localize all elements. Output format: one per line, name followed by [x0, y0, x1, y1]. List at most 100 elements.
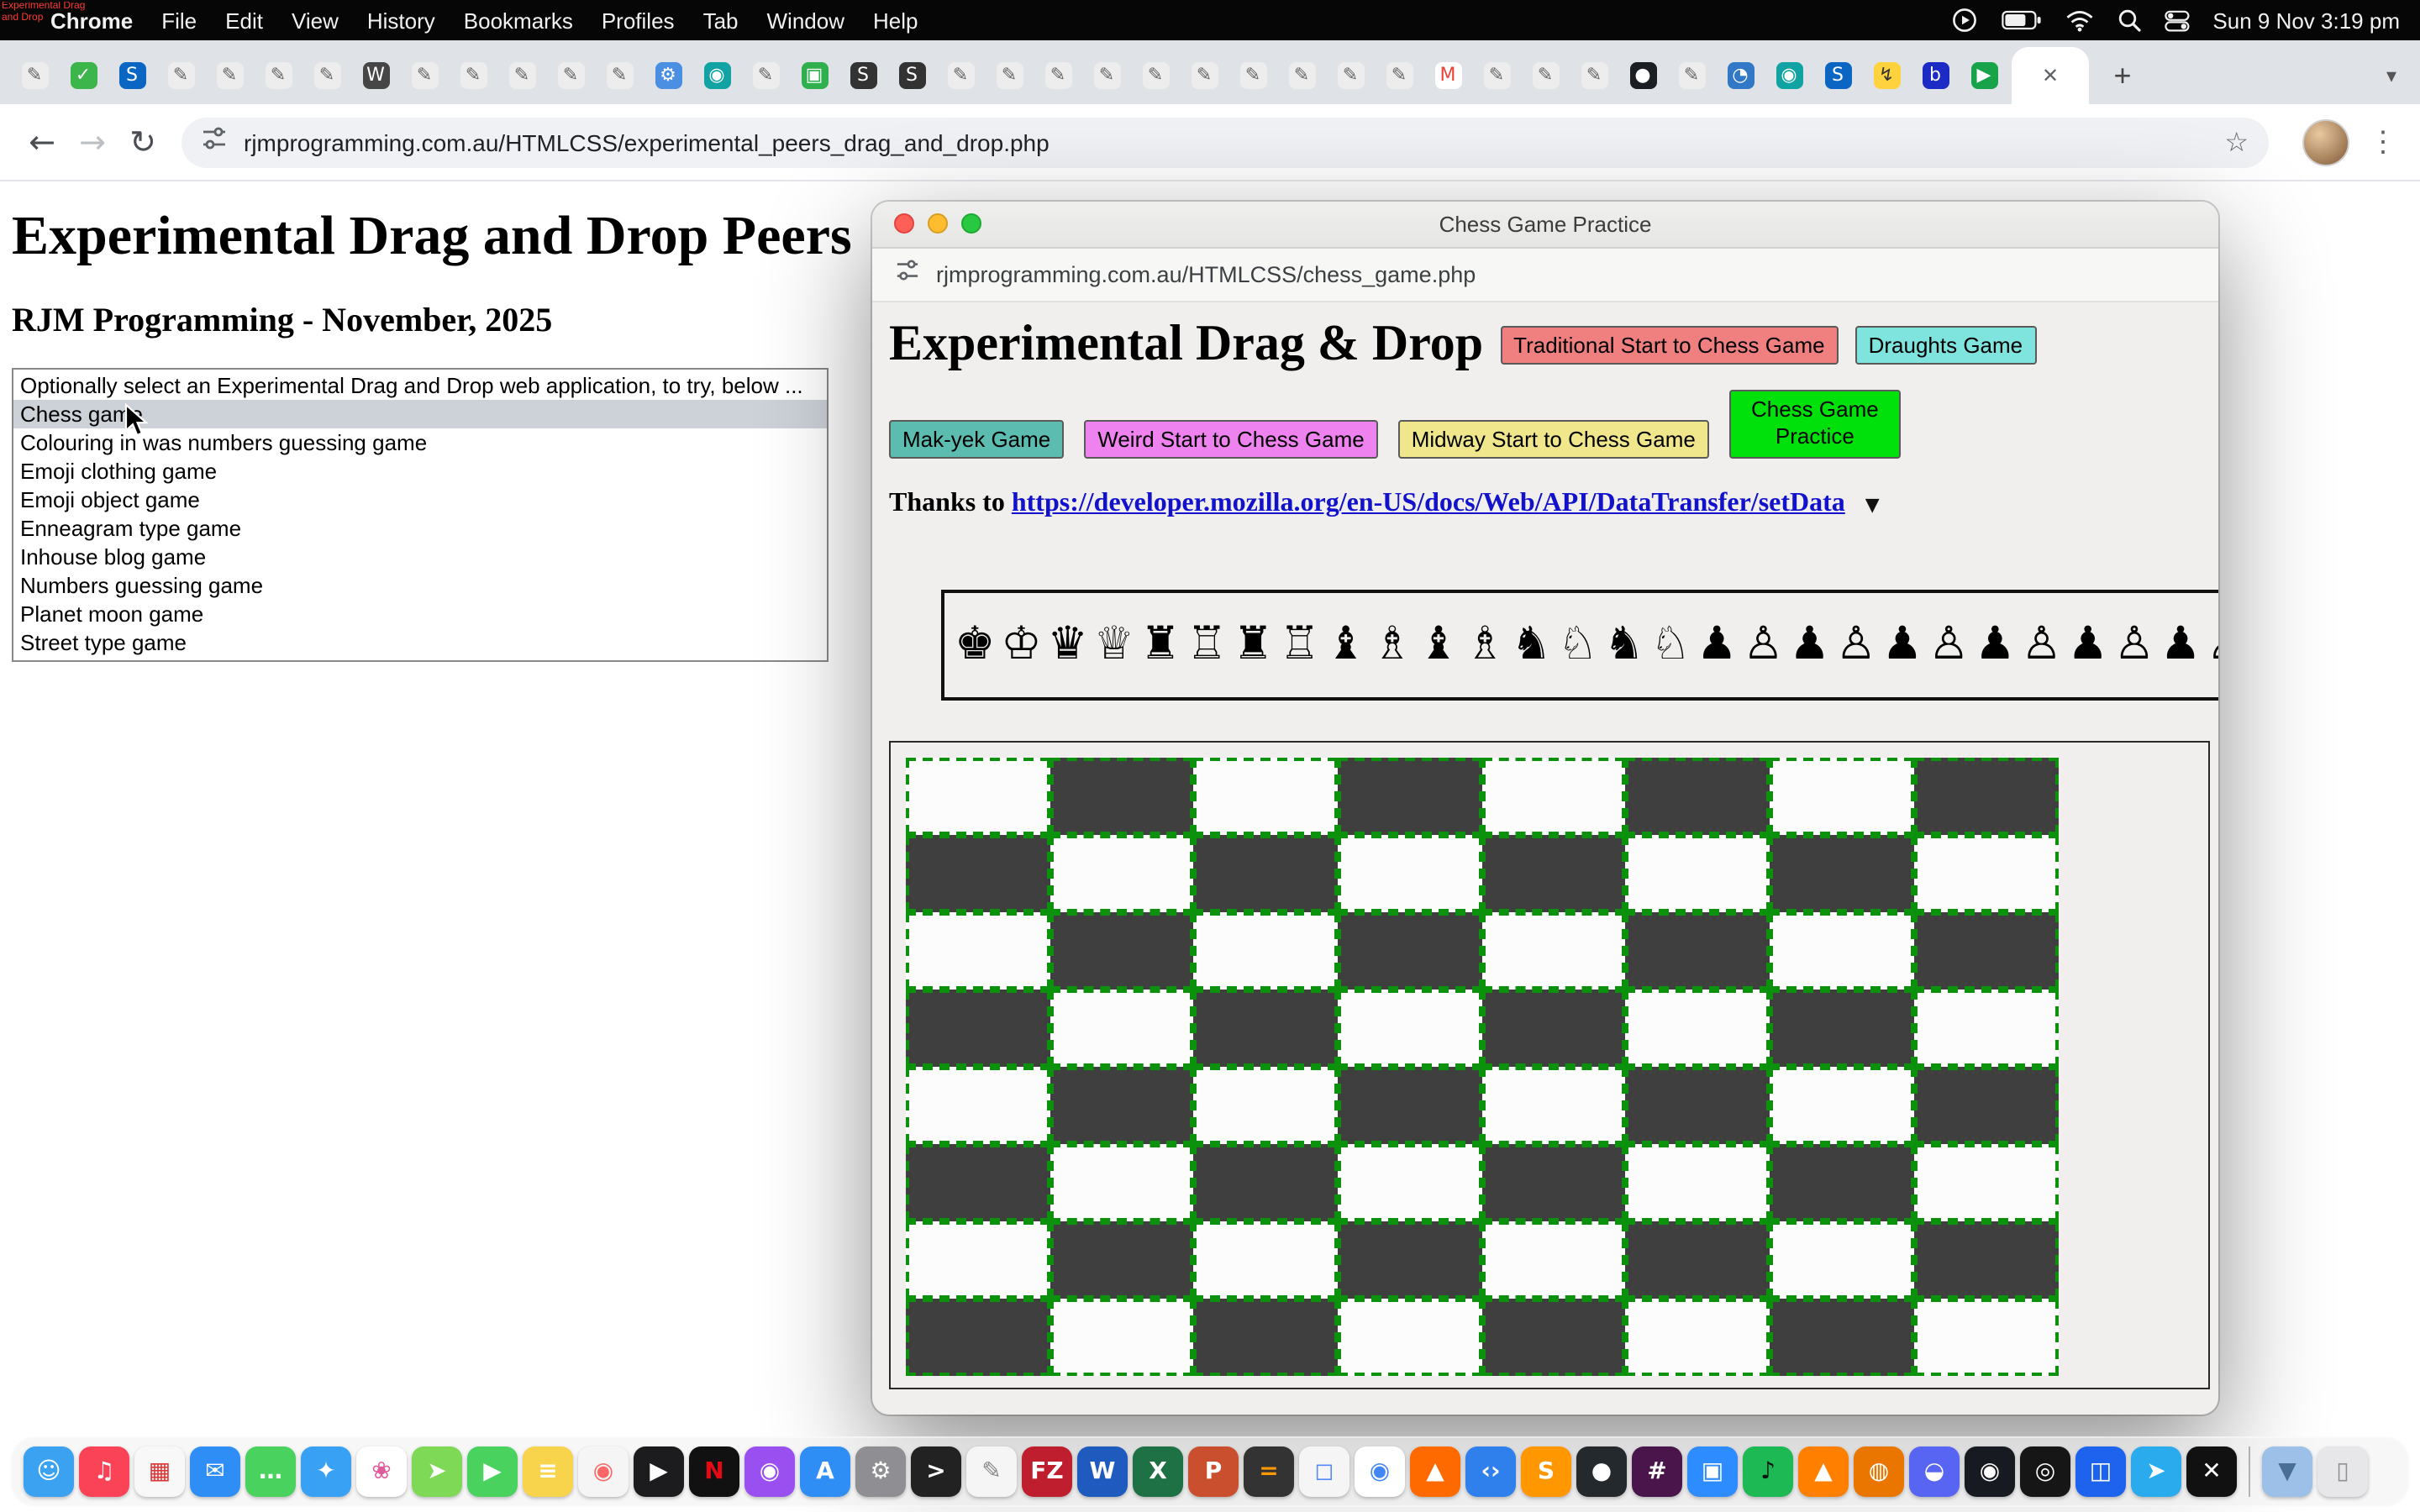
chess-piece[interactable]: ♗	[1465, 622, 1505, 667]
board-cell[interactable]	[1914, 1221, 2058, 1298]
dropdown-arrow-icon[interactable]: ▼	[1865, 493, 1880, 515]
chess-piece[interactable]: ♙	[2207, 622, 2218, 667]
site-info-icon[interactable]	[896, 259, 919, 291]
board-cell[interactable]	[1194, 911, 1338, 989]
chess-piece[interactable]: ♟	[1789, 622, 1829, 667]
menu-item-edit[interactable]: Edit	[225, 8, 263, 33]
board-cell[interactable]	[1482, 1066, 1626, 1143]
listbox-option[interactable]: Enneagram type game	[13, 514, 827, 543]
dock-icon-textedit[interactable]: ✎	[966, 1446, 1017, 1497]
chess-piece[interactable]: ♟	[1882, 622, 1923, 667]
chess-piece[interactable]: ♘	[1650, 622, 1691, 667]
board-cell[interactable]	[1914, 1143, 2058, 1221]
board-cell[interactable]	[1194, 834, 1338, 911]
board-cell[interactable]	[1338, 834, 1481, 911]
pinned-tab[interactable]: ✓	[59, 47, 108, 104]
board-cell[interactable]	[1194, 1221, 1338, 1298]
chess-piece[interactable]: ♜	[1140, 622, 1181, 667]
new-tab-button[interactable]: +	[2099, 52, 2146, 99]
profile-avatar[interactable]	[2302, 118, 2349, 165]
chess-piece[interactable]: ♜	[1233, 622, 1273, 667]
pinned-tab[interactable]: S	[1813, 47, 1862, 104]
battery-icon[interactable]	[2001, 10, 2041, 30]
pinned-tab[interactable]: b	[1911, 47, 1960, 104]
board-cell[interactable]	[1770, 1298, 1913, 1375]
board-cell[interactable]	[1770, 757, 1913, 834]
board-cell[interactable]	[1626, 1066, 1770, 1143]
listbox-option[interactable]: Emoji clothing game	[13, 457, 827, 486]
dock-icon-word[interactable]: W	[1077, 1446, 1128, 1497]
menu-item-help[interactable]: Help	[873, 8, 918, 33]
menu-app-name[interactable]: Chrome	[50, 8, 133, 33]
pinned-tab[interactable]: ✎	[1521, 47, 1570, 104]
pinned-tab[interactable]: ✎	[1472, 47, 1521, 104]
board-cell[interactable]	[1194, 1143, 1338, 1221]
chess-piece[interactable]: ♝	[1326, 622, 1366, 667]
menu-item-file[interactable]: File	[161, 8, 197, 33]
chess-piece[interactable]: ♙	[1836, 622, 1876, 667]
board-cell[interactable]	[906, 834, 1050, 911]
board-cell[interactable]	[1194, 757, 1338, 834]
dock-icon-zoom[interactable]: ▣	[1687, 1446, 1738, 1497]
board-cell[interactable]	[1050, 1221, 1193, 1298]
close-window-button[interactable]	[894, 213, 914, 234]
popup-url-text[interactable]: rjmprogramming.com.au/HTMLCSS/chess_game…	[936, 262, 1476, 287]
board-cell[interactable]	[1770, 911, 1913, 989]
site-settings-icon[interactable]	[202, 125, 227, 159]
board-cell[interactable]	[1194, 989, 1338, 1066]
popup-title-bar[interactable]: Chess Game Practice	[872, 202, 2218, 249]
board-cell[interactable]	[1338, 1221, 1481, 1298]
pinned-tab[interactable]: ✎	[156, 47, 205, 104]
board-cell[interactable]	[1770, 1143, 1913, 1221]
dock-icon-mail[interactable]: ✉	[190, 1446, 240, 1497]
chess-piece[interactable]: ♞	[1511, 622, 1551, 667]
board-cell[interactable]	[1914, 911, 2058, 989]
chess-piece[interactable]: ♟	[2160, 622, 2201, 667]
dock-icon-notes[interactable]: ≡	[523, 1446, 573, 1497]
board-cell[interactable]	[1050, 757, 1193, 834]
pinned-tab[interactable]: ↯	[1862, 47, 1911, 104]
chess-piece[interactable]: ♗	[1372, 622, 1413, 667]
reload-button[interactable]: ↻	[118, 117, 168, 167]
pinned-tab[interactable]: ✎	[1667, 47, 1716, 104]
chess-piece[interactable]: ♖	[1186, 622, 1227, 667]
board-cell[interactable]	[906, 911, 1050, 989]
pinned-tab[interactable]: ✎	[400, 47, 449, 104]
tab-close-icon[interactable]: ✕	[2042, 64, 2059, 87]
board-cell[interactable]	[1914, 1066, 2058, 1143]
dock-icon-app-store[interactable]: A	[800, 1446, 850, 1497]
dock-icon-terminal[interactable]: >	[911, 1446, 961, 1497]
chess-piece[interactable]: ♙	[1928, 622, 1969, 667]
pinned-tab[interactable]: ✎	[1034, 47, 1082, 104]
wifi-icon[interactable]	[2065, 9, 2093, 31]
forward-button[interactable]: →	[67, 117, 118, 167]
chess-piece[interactable]: ♝	[1418, 622, 1459, 667]
mdn-setdata-link[interactable]: https://developer.mozilla.org/en-US/docs…	[1012, 488, 1845, 517]
pinned-tab[interactable]: ✎	[1570, 47, 1618, 104]
board-cell[interactable]	[1050, 1143, 1193, 1221]
menu-item-window[interactable]: Window	[767, 8, 845, 33]
pinned-tab[interactable]: ●	[1618, 47, 1667, 104]
board-cell[interactable]	[1626, 1143, 1770, 1221]
listbox-option[interactable]: Optionally select an Experimental Drag a…	[13, 371, 827, 400]
board-cell[interactable]	[1770, 1066, 1913, 1143]
pinned-tab[interactable]: ✎	[1326, 47, 1375, 104]
menu-item-tab[interactable]: Tab	[703, 8, 739, 33]
board-cell[interactable]	[1338, 911, 1481, 989]
board-cell[interactable]	[1914, 989, 2058, 1066]
dock-icon-finder[interactable]: ☺	[24, 1446, 74, 1497]
dock-icon-photos[interactable]: ❀	[356, 1446, 407, 1497]
pinned-tab[interactable]: ✎	[10, 47, 59, 104]
pinned-tab[interactable]: ✎	[1180, 47, 1228, 104]
pinned-tab[interactable]: ✎	[1131, 47, 1180, 104]
board-cell[interactable]	[1770, 1221, 1913, 1298]
board-cell[interactable]	[1050, 1066, 1193, 1143]
dock-icon-facetime[interactable]: ▶	[467, 1446, 518, 1497]
chess-piece[interactable]: ♙	[2021, 622, 2061, 667]
board-cell[interactable]	[1482, 1143, 1626, 1221]
dock-icon-netflix[interactable]: N	[689, 1446, 739, 1497]
dock-icon-tv[interactable]: ▶	[634, 1446, 684, 1497]
board-cell[interactable]	[906, 757, 1050, 834]
dock-icon-slack[interactable]: #	[1632, 1446, 1682, 1497]
board-cell[interactable]	[1050, 1298, 1193, 1375]
